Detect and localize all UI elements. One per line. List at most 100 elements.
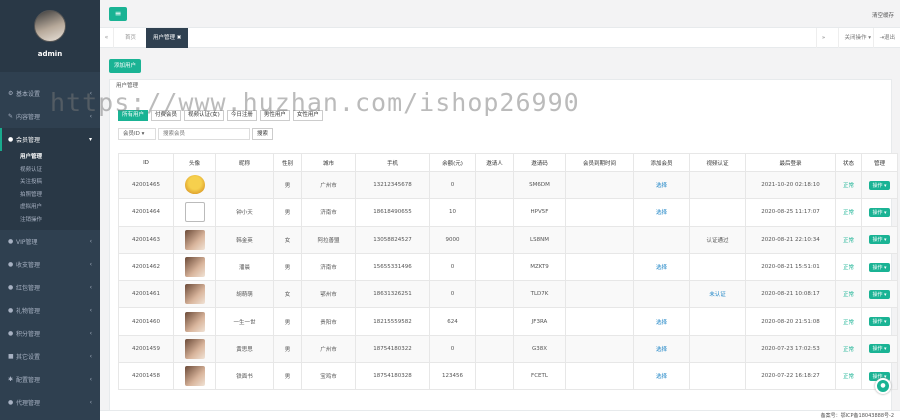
- status-badge[interactable]: 正常: [843, 210, 854, 216]
- cell-sex: 男: [273, 334, 302, 364]
- filter-tab-0[interactable]: 所有用户: [118, 110, 149, 121]
- add-member-link[interactable]: 选择: [656, 210, 667, 216]
- cell-add: [633, 225, 690, 254]
- sidebar-item-0[interactable]: ⚙ 基本设置 ‹: [0, 82, 100, 105]
- avatar[interactable]: [184, 366, 205, 387]
- sidebar-item-7[interactable]: ● 积分管理 ‹: [0, 322, 100, 345]
- cell-video: [689, 307, 746, 336]
- sidebar-item-1[interactable]: ✎ 内容管理 ‹: [0, 105, 100, 128]
- icp-text[interactable]: 备案号：鄂ICP备18043888号-2: [821, 412, 894, 419]
- column-header[interactable]: 管理: [861, 153, 898, 172]
- sidebar-item-8[interactable]: ■ 其它设置 ‹: [0, 345, 100, 368]
- add-member-link[interactable]: 选择: [656, 320, 667, 326]
- column-header[interactable]: 视频认证: [689, 153, 746, 172]
- cell-sex: 男: [273, 198, 302, 227]
- avatar[interactable]: [184, 338, 205, 359]
- search-input[interactable]: [158, 128, 250, 140]
- avatar[interactable]: [184, 175, 205, 196]
- action-dropdown-button[interactable]: 操作 ▾: [869, 180, 890, 190]
- tab-user-management[interactable]: 用户管理 ✖: [146, 28, 189, 48]
- cell-city: 阿拉善盟: [301, 225, 356, 254]
- avatar[interactable]: [184, 229, 205, 250]
- column-header[interactable]: ID: [118, 153, 174, 172]
- search-field-select[interactable]: 会员ID ▾: [118, 128, 156, 140]
- tab-scroll-right-button[interactable]: »: [816, 28, 830, 48]
- sidebar-item-6[interactable]: ● 礼物管理 ‹: [0, 299, 100, 322]
- status-badge[interactable]: 正常: [843, 265, 854, 271]
- column-header[interactable]: 城市: [301, 153, 356, 172]
- column-header[interactable]: 邀请码: [513, 153, 566, 172]
- avatar[interactable]: [184, 202, 205, 223]
- add-member-link[interactable]: 选择: [656, 183, 667, 189]
- submenu-item-4[interactable]: 虚拟用户: [0, 201, 100, 214]
- action-label: 操作: [872, 209, 883, 216]
- sidebar-item-5[interactable]: ● 红包管理 ‹: [0, 276, 100, 299]
- cell-expire: [565, 225, 634, 254]
- action-label: 操作: [872, 346, 883, 353]
- avatar[interactable]: [184, 284, 205, 305]
- close-icon[interactable]: ✖: [177, 35, 182, 41]
- logout-button[interactable]: ⇥退出: [873, 28, 900, 48]
- cell-value: 42001459: [132, 345, 160, 352]
- sidebar-item-2[interactable]: ● 会员管理 ▾: [0, 128, 100, 151]
- action-dropdown-button[interactable]: 操作 ▾: [869, 235, 890, 245]
- admin-name[interactable]: admin: [0, 50, 100, 58]
- avatar[interactable]: [184, 257, 205, 278]
- close-actions-dropdown[interactable]: 关闭操作 ▾: [838, 28, 876, 48]
- admin-avatar[interactable]: [34, 10, 66, 42]
- column-header[interactable]: 状态: [835, 153, 862, 172]
- submenu-item-0[interactable]: 用户管理: [0, 151, 100, 164]
- column-header[interactable]: 昵称: [215, 153, 274, 172]
- add-member-link[interactable]: 选择: [656, 347, 667, 353]
- cell-avatar: [173, 280, 216, 309]
- sidebar-item-9[interactable]: ✱ 配置管理 ‹: [0, 368, 100, 391]
- add-member-link[interactable]: 选择: [656, 265, 667, 271]
- filter-tab-2[interactable]: 视频认证(女): [184, 110, 224, 121]
- submenu-item-1[interactable]: 视频认证: [0, 164, 100, 177]
- submenu-item-2[interactable]: 关注投稿: [0, 176, 100, 189]
- cell-video: [689, 198, 746, 227]
- sidebar-item-3[interactable]: ● VIP管理 ‹: [0, 230, 100, 253]
- action-dropdown-button[interactable]: 操作 ▾: [869, 317, 890, 327]
- column-header[interactable]: 添加会员: [633, 153, 690, 172]
- filter-tab-4[interactable]: 男性用户: [259, 110, 290, 121]
- add-user-button[interactable]: 添加用户: [109, 59, 142, 73]
- menu-toggle-button[interactable]: ≡: [109, 7, 127, 21]
- chat-float-button[interactable]: ●: [875, 378, 891, 394]
- filter-tab-1[interactable]: 付费会员: [151, 110, 182, 121]
- column-header[interactable]: 头像: [173, 153, 216, 172]
- tab-home[interactable]: 首页: [118, 28, 143, 48]
- status-badge[interactable]: 正常: [843, 374, 854, 380]
- column-header[interactable]: 邀请人: [475, 153, 514, 172]
- column-header[interactable]: 最后登录: [745, 153, 836, 172]
- cell-value: 男: [284, 183, 291, 190]
- column-header[interactable]: 性别: [273, 153, 302, 172]
- action-dropdown-button[interactable]: 操作 ▾: [869, 207, 890, 217]
- filter-tab-3[interactable]: 今日注册: [226, 110, 257, 121]
- action-dropdown-button[interactable]: 操作 ▾: [869, 289, 890, 299]
- add-member-link[interactable]: 选择: [656, 374, 667, 380]
- clear-cache-link[interactable]: 清空缓存: [872, 11, 894, 19]
- status-badge[interactable]: 正常: [843, 320, 854, 326]
- cell-value: 济南市: [320, 210, 337, 217]
- column-header[interactable]: 手机: [355, 153, 430, 172]
- sidebar-item-10[interactable]: ● 代理管理 ‹: [0, 391, 100, 414]
- status-badge[interactable]: 正常: [843, 292, 854, 298]
- video-status[interactable]: 未认证: [709, 292, 726, 298]
- column-header[interactable]: 余额(元): [429, 153, 476, 172]
- action-dropdown-button[interactable]: 操作 ▾: [869, 262, 890, 272]
- status-badge[interactable]: 正常: [843, 238, 854, 244]
- column-header[interactable]: 会员到期时间: [565, 153, 634, 172]
- status-badge[interactable]: 正常: [843, 183, 854, 189]
- status-badge[interactable]: 正常: [843, 347, 854, 353]
- cell-value: 女: [284, 237, 291, 244]
- filter-tab-5[interactable]: 女性用户: [292, 110, 323, 121]
- submenu-item-3[interactable]: 拍照管理: [0, 189, 100, 202]
- action-dropdown-button[interactable]: 操作 ▾: [869, 344, 890, 354]
- submenu-item-5[interactable]: 注销操作: [0, 214, 100, 227]
- avatar[interactable]: [184, 311, 205, 332]
- search-button[interactable]: 搜索: [252, 128, 274, 140]
- sidebar-item-4[interactable]: ● 收支管理 ‹: [0, 253, 100, 276]
- tab-scroll-left-button[interactable]: «: [100, 28, 114, 48]
- cell-value: 18215559582: [373, 318, 412, 325]
